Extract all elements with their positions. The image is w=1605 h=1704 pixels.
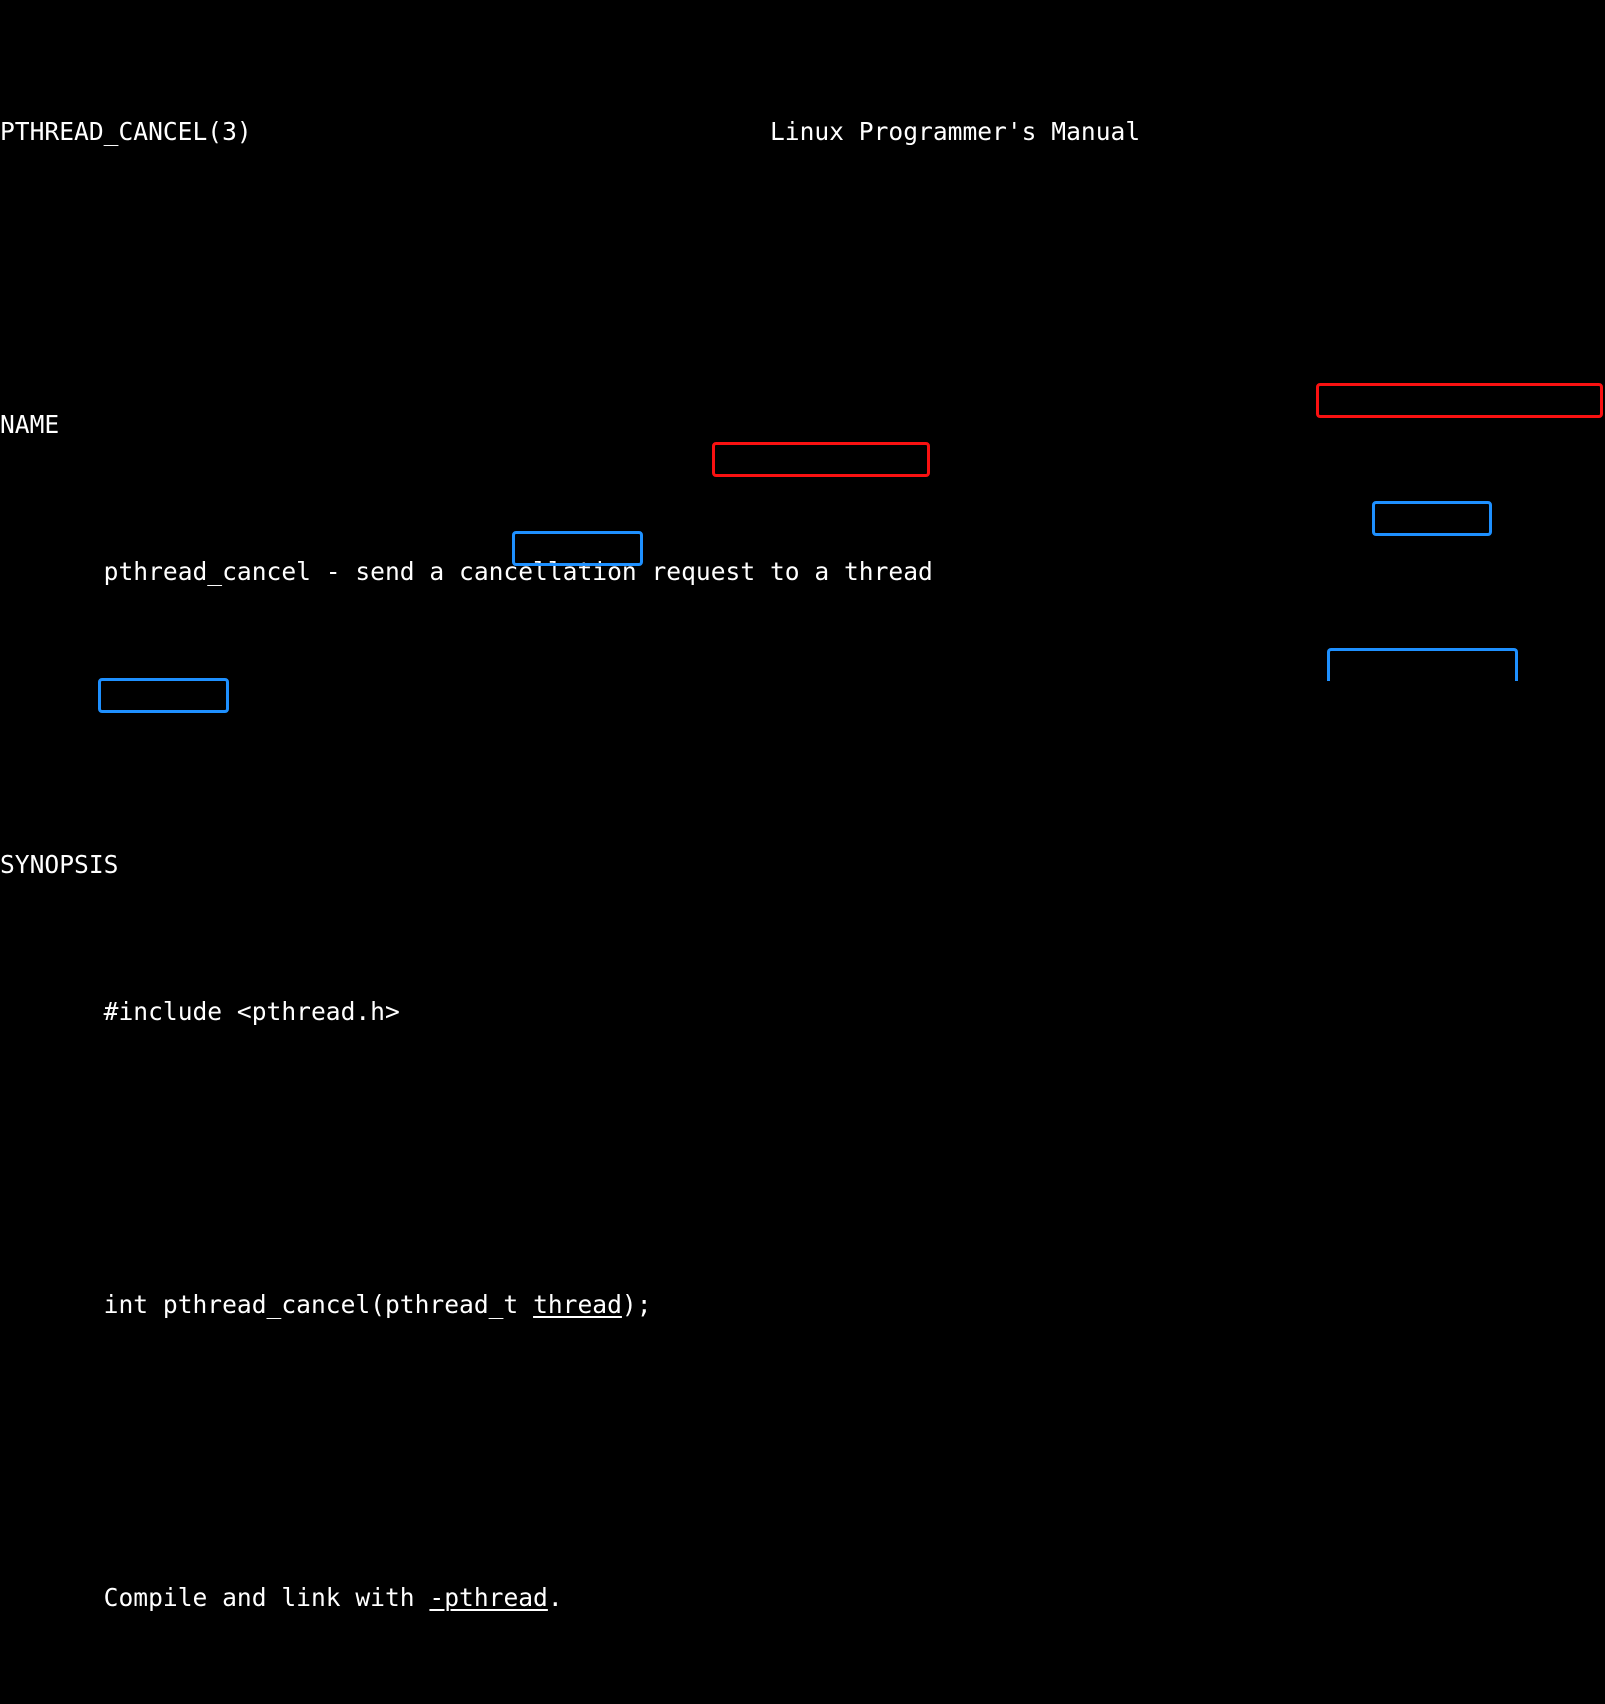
compile-prefix: Compile and link with bbox=[103, 1582, 430, 1612]
highlight-box-enabled bbox=[1372, 501, 1492, 536]
synopsis-include-text: #include <pthread.h> bbox=[103, 996, 400, 1026]
prototype-suffix: ); bbox=[621, 1289, 652, 1319]
section-heading-name: NAME bbox=[0, 410, 1605, 439]
header-spacer-2 bbox=[1140, 117, 1605, 146]
header-center: Linux Programmer's Manual bbox=[769, 117, 1141, 147]
compile-flag: -pthread bbox=[429, 1582, 548, 1612]
header-left: PTHREAD_CANCEL(3) bbox=[0, 117, 252, 147]
name-body-line: pthread_cancel - send a cancellation req… bbox=[0, 557, 1605, 586]
synopsis-include-line: #include <pthread.h> bbox=[0, 997, 1605, 1026]
terminal-man-page: PTHREAD_CANCEL(3) Linux Programmer's Man… bbox=[0, 0, 1605, 1612]
synopsis-heading-text: SYNOPSIS bbox=[0, 850, 119, 880]
name-heading-text: NAME bbox=[0, 410, 60, 440]
synopsis-prototype-line: int pthread_cancel(pthread_t thread); bbox=[0, 1290, 1605, 1319]
header-spacer-1 bbox=[252, 117, 770, 146]
highlight-box-state-and-type bbox=[712, 442, 930, 477]
compile-suffix: . bbox=[547, 1582, 563, 1612]
man-page-header: PTHREAD_CANCEL(3) Linux Programmer's Man… bbox=[0, 117, 1605, 146]
prototype-argument: thread bbox=[533, 1289, 622, 1319]
section-heading-synopsis: SYNOPSIS bbox=[0, 850, 1605, 879]
synopsis-compile-line: Compile and link with -pthread. bbox=[0, 1583, 1605, 1612]
highlight-box-asynchronous bbox=[1327, 648, 1518, 681]
prototype-prefix: int pthread_cancel(pthread_t bbox=[103, 1289, 534, 1319]
name-body-text: pthread_cancel - send a cancellation req… bbox=[103, 556, 933, 586]
